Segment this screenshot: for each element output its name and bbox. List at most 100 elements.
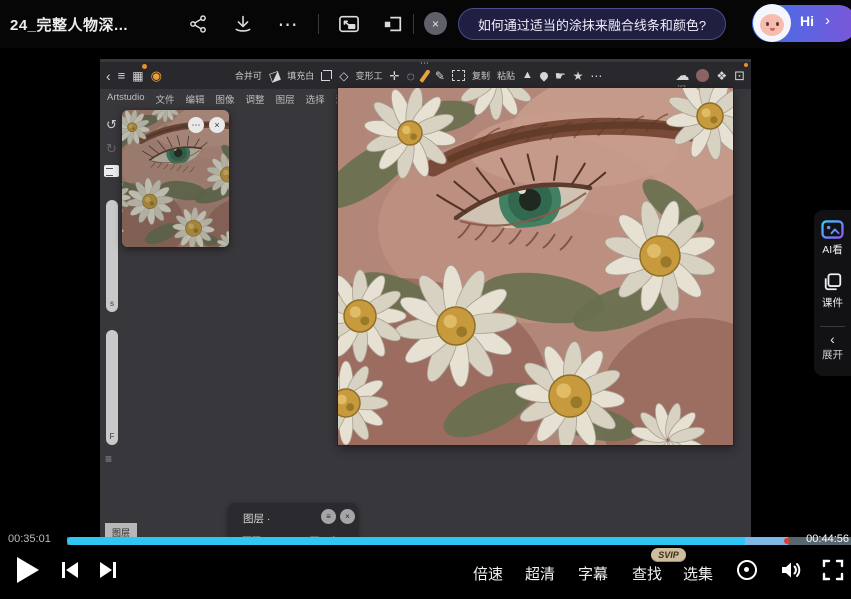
menu-icon[interactable]: ≡ bbox=[118, 69, 126, 82]
top-bar: 24_完整人物深... ⋯ bbox=[0, 0, 851, 48]
reference-panel[interactable]: ⋯ × bbox=[122, 110, 229, 247]
painting-canvas[interactable] bbox=[338, 88, 733, 445]
size-slider-label: s bbox=[106, 299, 118, 308]
ai-question-pill[interactable]: 如何通过适当的涂抹来融合线条和颜色? bbox=[458, 8, 726, 40]
chevron-right-icon: › bbox=[825, 12, 830, 29]
brush-size-slider[interactable]: s bbox=[106, 200, 118, 312]
merge-label: 合并可 bbox=[235, 69, 262, 82]
triangle-tool-icon[interactable]: ▲ bbox=[522, 70, 533, 81]
menu-layer[interactable]: 图层 bbox=[276, 92, 295, 106]
find-button[interactable]: 查找 bbox=[632, 563, 662, 584]
expand-button[interactable]: ‹ 展开 bbox=[814, 334, 851, 362]
picture-in-picture-icon[interactable] bbox=[337, 12, 361, 36]
video-title: 24_完整人物深... bbox=[10, 14, 128, 35]
topbar-divider bbox=[318, 14, 319, 34]
lasso-tool-icon[interactable]: ◌ bbox=[407, 69, 415, 83]
paste-label[interactable]: 粘贴 bbox=[497, 69, 515, 82]
progress-track[interactable] bbox=[67, 537, 851, 545]
courseware-label: 课件 bbox=[822, 295, 843, 310]
chevron-left-icon: ‹ bbox=[830, 334, 835, 344]
ai-view-icon bbox=[821, 220, 844, 239]
fullscreen-icon[interactable] bbox=[822, 559, 844, 581]
menu-file[interactable]: 文件 bbox=[156, 92, 175, 106]
previous-episode-button[interactable] bbox=[60, 560, 80, 580]
share-icon[interactable] bbox=[186, 12, 210, 36]
speed-button[interactable]: 倍速 bbox=[473, 563, 503, 584]
redo-icon[interactable]: ↻ bbox=[106, 141, 117, 157]
color-swatch[interactable] bbox=[696, 69, 709, 82]
topbar-divider bbox=[413, 14, 414, 34]
volume-icon[interactable] bbox=[778, 558, 802, 582]
artstudio-toolbar: ‹ ≡ ▦ ◉ 合并可 ◪ 填充白 ◇ 变形工 ✛ ◌ ⋯ ✎ 复制 粘贴 ▲ bbox=[100, 62, 751, 89]
blur-drop-tool-icon[interactable] bbox=[538, 70, 549, 81]
brush-flow-slider[interactable]: F bbox=[106, 330, 118, 445]
ai-question-text: 如何通过适当的涂抹来融合线条和颜色? bbox=[478, 15, 706, 34]
video-player-window: 24_完整人物深... ⋯ bbox=[0, 0, 851, 599]
brush-tool-icon[interactable]: ⋯ bbox=[422, 68, 428, 83]
courseware-icon bbox=[823, 272, 843, 292]
progress-buffered bbox=[745, 537, 788, 545]
reference-scope-icon[interactable]: ◉ bbox=[151, 69, 162, 82]
assistant-hi-label: Hi bbox=[800, 13, 814, 29]
fill-label: 填充白 bbox=[287, 69, 314, 82]
video-content-frame[interactable]: ‹ ≡ ▦ ◉ 合并可 ◪ 填充白 ◇ 变形工 ✛ ◌ ⋯ ✎ 复制 粘贴 ▲ bbox=[100, 59, 751, 545]
more-options-icon[interactable]: ⋯ bbox=[276, 12, 300, 36]
gallery-grid-icon[interactable]: ▦ bbox=[132, 67, 143, 85]
next-episode-button[interactable] bbox=[98, 560, 118, 580]
total-time: 00:44:56 bbox=[806, 533, 849, 545]
eye-daisy-painting bbox=[338, 88, 733, 445]
right-side-panel: AI看 课件 ‹ 展开 bbox=[814, 210, 851, 376]
undo-icon[interactable]: ↺ bbox=[106, 117, 117, 133]
star-tool-icon[interactable]: ★ bbox=[573, 70, 584, 82]
courseware-button[interactable]: 课件 bbox=[814, 272, 851, 310]
pen-tool-icon[interactable]: ✎ bbox=[435, 70, 445, 82]
notification-dot bbox=[142, 64, 147, 69]
select-rect-tool-icon[interactable] bbox=[452, 70, 465, 81]
crop-tool-icon[interactable] bbox=[321, 70, 332, 81]
progress-played bbox=[67, 537, 745, 545]
menu-artstudio[interactable]: Artstudio bbox=[107, 92, 145, 106]
quality-button[interactable]: 超清 bbox=[525, 563, 555, 584]
brush-library-icon[interactable]: ☁ 163 bbox=[675, 67, 689, 85]
canvas-settings-icon[interactable]: ⊡ bbox=[734, 69, 745, 82]
player-controls-bar: 倍速 超清 字幕 查找 SVIP 选集 bbox=[0, 545, 851, 599]
popup-close-icon[interactable]: × bbox=[340, 509, 355, 524]
toolbar-more-icon[interactable]: ⋯ bbox=[590, 70, 602, 82]
timeline-marker-dot bbox=[784, 538, 790, 544]
transform-label: 变形工 bbox=[355, 69, 382, 82]
menu-select[interactable]: 选择 bbox=[306, 92, 325, 106]
subtitle-button[interactable]: 字幕 bbox=[578, 563, 608, 584]
download-icon[interactable] bbox=[231, 12, 255, 36]
panel-divider bbox=[820, 326, 845, 327]
smudge-tool-icon[interactable]: ☛ bbox=[555, 70, 566, 82]
shape-tool-icon[interactable]: ◇ bbox=[339, 70, 348, 82]
notification-dot bbox=[744, 63, 748, 67]
close-icon[interactable]: × bbox=[424, 12, 447, 35]
reference-close-icon[interactable]: × bbox=[209, 117, 225, 133]
assistant-avatar[interactable] bbox=[753, 4, 791, 42]
reference-more-icon[interactable]: ⋯ bbox=[188, 117, 204, 133]
ai-view-label: AI看 bbox=[822, 242, 842, 257]
brush-options-dots[interactable]: ⋯ bbox=[420, 59, 430, 69]
flow-slider-label: F bbox=[106, 432, 118, 441]
ai-view-button[interactable]: AI看 bbox=[814, 220, 851, 257]
menu-adjust[interactable]: 调整 bbox=[246, 92, 265, 106]
back-icon[interactable]: ‹ bbox=[106, 69, 111, 83]
episodes-button[interactable]: 选集 bbox=[683, 563, 713, 584]
expand-label: 展开 bbox=[822, 347, 843, 362]
eraser-tool-icon[interactable]: ◪ bbox=[267, 68, 282, 83]
record-ring-icon[interactable] bbox=[737, 560, 757, 580]
play-button[interactable] bbox=[16, 556, 40, 584]
layer-popup-title: 图层 · bbox=[243, 511, 270, 526]
layers-icon[interactable]: ❖ bbox=[716, 70, 727, 82]
popup-menu-icon[interactable]: ≡ bbox=[321, 509, 336, 524]
current-time: 00:35:01 bbox=[8, 533, 51, 545]
mini-window-icon[interactable] bbox=[381, 12, 405, 36]
move-tool-icon[interactable]: ✛ bbox=[390, 70, 400, 82]
layers-panel-icon[interactable] bbox=[104, 165, 119, 177]
svip-badge: SVIP bbox=[651, 548, 686, 562]
menu-image[interactable]: 图像 bbox=[216, 92, 235, 106]
strip-lines-icon: ≡ bbox=[105, 452, 112, 466]
copy-label[interactable]: 复制 bbox=[472, 69, 490, 82]
menu-edit[interactable]: 编辑 bbox=[186, 92, 205, 106]
